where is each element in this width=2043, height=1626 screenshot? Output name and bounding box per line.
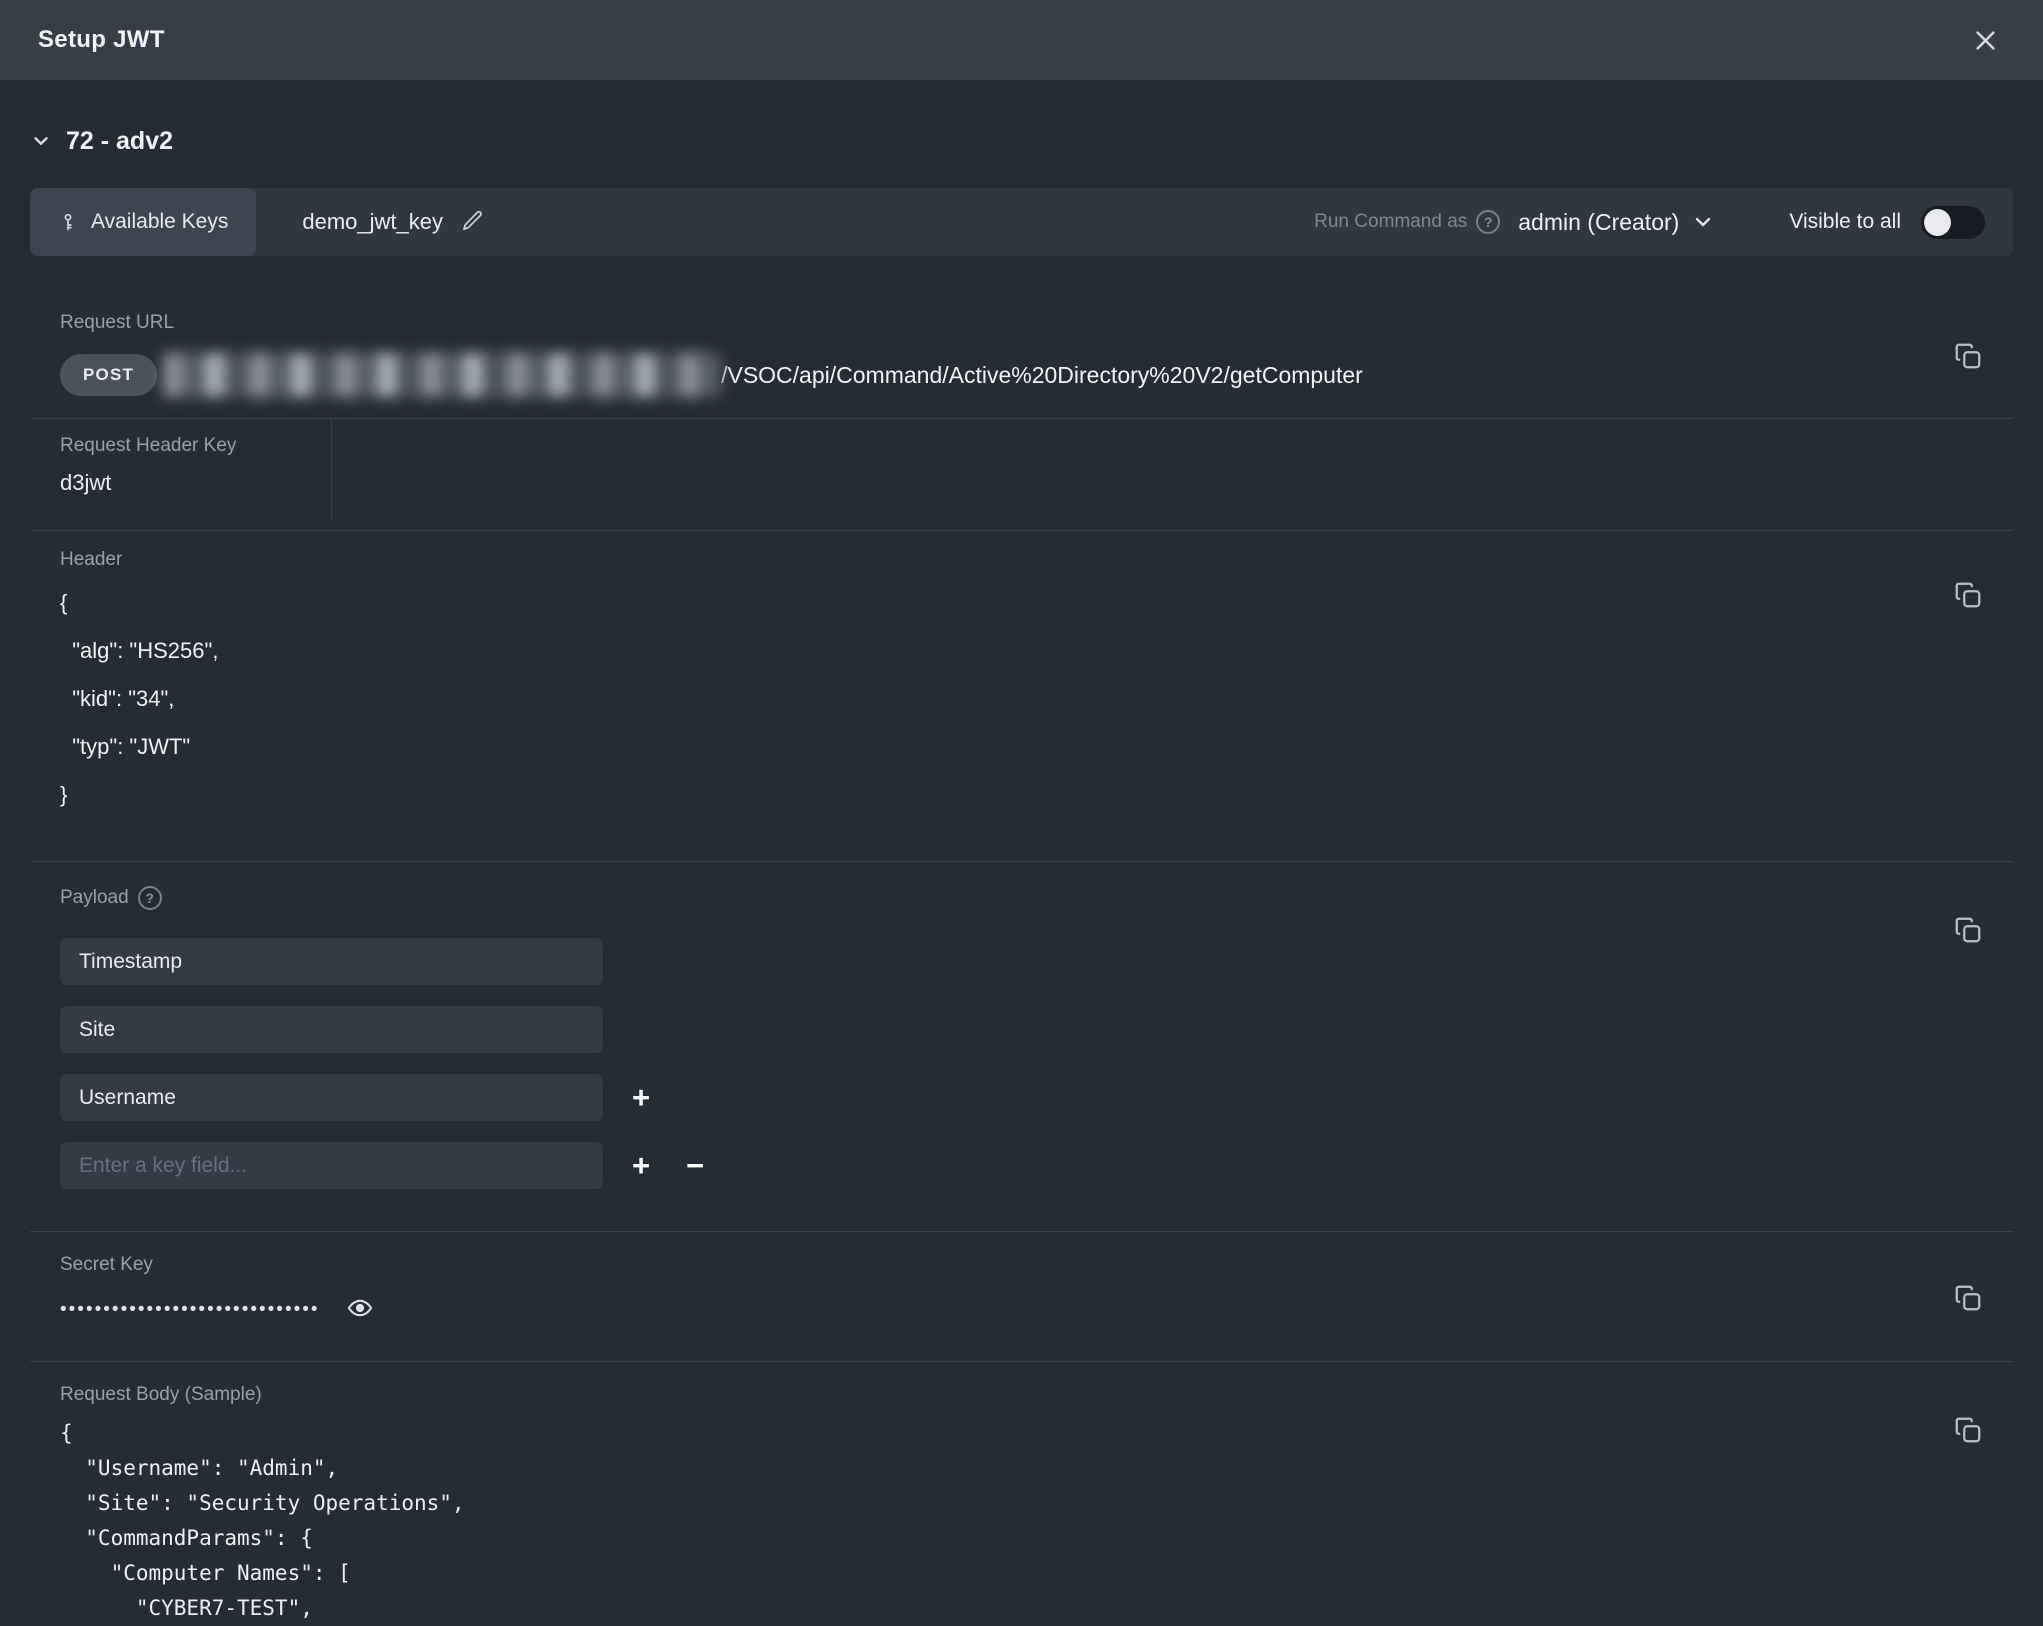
available-keys-button[interactable]: Available Keys <box>30 188 256 256</box>
key-name: demo_jwt_key <box>302 209 443 235</box>
payload-field-row <box>60 938 2013 985</box>
http-method-badge: POST <box>60 354 157 396</box>
edit-key-name-button[interactable] <box>461 209 484 235</box>
run-command-group: Run Command as ? admin (Creator) Visible… <box>1314 206 1985 239</box>
request-body-code: { "Username": "Admin", "Site": "Security… <box>60 1416 2013 1626</box>
secret-key-section: Secret Key •••••••••••••••••••••••••••••… <box>30 1231 2013 1361</box>
copy-secret-button[interactable] <box>1951 1282 1985 1316</box>
close-button[interactable] <box>1965 20 2005 60</box>
command-section-title: 72 - adv2 <box>66 127 173 156</box>
reveal-secret-button[interactable] <box>346 1294 374 1325</box>
eye-icon <box>346 1294 374 1325</box>
visible-to-all-toggle[interactable] <box>1921 206 1985 239</box>
request-body-section: Request Body (Sample) { "Username": "Adm… <box>30 1361 2013 1626</box>
dialog-content: 72 - adv2 Available Keys demo_jwt_key Ru… <box>30 124 2013 1626</box>
dialog-titlebar: Setup JWT <box>0 0 2043 80</box>
run-command-as-select[interactable]: admin (Creator) <box>1518 209 1715 236</box>
request-header-key-value: d3jwt <box>60 470 331 496</box>
secret-key-label: Secret Key <box>60 1254 2013 1276</box>
dialog-title: Setup JWT <box>38 26 165 54</box>
command-section-header[interactable]: 72 - adv2 <box>30 124 2013 158</box>
payload-field-row: + <box>60 1074 2013 1121</box>
jwt-header-label: Header <box>60 549 2013 571</box>
jwt-header-code: { "alg": "HS256", "kid": "34", "typ": "J… <box>60 579 2013 819</box>
request-url-label: Request URL <box>60 312 2013 334</box>
payload-key-field-2[interactable] <box>60 1006 603 1053</box>
payload-help-icon[interactable]: ? <box>138 886 162 910</box>
payload-label-row: Payload ? <box>60 886 2013 910</box>
request-url-section: Request URL POST /VSOC/api/Command/Activ… <box>30 312 2013 418</box>
close-icon <box>1972 27 1999 54</box>
request-header-key-cell: Request Header Key d3jwt <box>30 419 332 518</box>
visible-to-all-label: Visible to all <box>1789 210 1901 234</box>
request-body-label: Request Body (Sample) <box>60 1384 2013 1406</box>
payload-field-row <box>60 1006 2013 1053</box>
pencil-icon <box>461 209 484 235</box>
payload-key-field-new[interactable] <box>60 1142 603 1189</box>
run-command-as-label: Run Command as <box>1314 211 1467 233</box>
run-command-as-value: admin (Creator) <box>1518 209 1679 236</box>
copy-payload-button[interactable] <box>1951 914 1985 948</box>
copy-body-button[interactable] <box>1951 1414 1985 1448</box>
chevron-down-icon <box>30 130 52 152</box>
key-icon <box>58 212 78 232</box>
secret-key-row: •••••••••••••••••••••••••••••• <box>60 1294 2013 1325</box>
copy-icon <box>1953 1415 1983 1448</box>
remove-field-button[interactable]: − <box>679 1148 711 1184</box>
toggle-knob <box>1924 209 1951 236</box>
payload-key-field-1[interactable] <box>60 938 603 985</box>
request-header-key-label: Request Header Key <box>60 435 331 457</box>
secret-key-masked-value: •••••••••••••••••••••••••••••• <box>60 1299 320 1321</box>
payload-label: Payload <box>60 887 129 909</box>
copy-header-button[interactable] <box>1951 579 1985 613</box>
add-field-button[interactable]: + <box>625 1148 657 1184</box>
copy-icon <box>1953 915 1983 948</box>
chevron-down-icon <box>1691 210 1715 234</box>
key-name-group: demo_jwt_key <box>302 209 484 235</box>
request-url-row: POST /VSOC/api/Command/Active%20Director… <box>60 348 2013 402</box>
payload-key-field-3[interactable] <box>60 1074 603 1121</box>
available-keys-label: Available Keys <box>91 210 228 234</box>
add-field-button[interactable]: + <box>625 1080 657 1116</box>
copy-icon <box>1953 341 1983 374</box>
payload-field-row: + − <box>60 1142 2013 1189</box>
payload-fields: + + − <box>60 938 2013 1189</box>
request-url-path: /VSOC/api/Command/Active%20Directory%20V… <box>721 362 1363 389</box>
copy-url-button[interactable] <box>1951 340 1985 374</box>
payload-section: Payload ? + + − <box>30 861 2013 1231</box>
redacted-url-blur <box>163 353 721 397</box>
jwt-header-section: Header { "alg": "HS256", "kid": "34", "t… <box>30 530 2013 861</box>
request-header-key-section: Request Header Key d3jwt <box>30 418 2013 530</box>
copy-icon <box>1953 1283 1983 1316</box>
copy-icon <box>1953 580 1983 613</box>
keys-toolbar: Available Keys demo_jwt_key Run Command … <box>30 188 2013 256</box>
run-command-help-icon[interactable]: ? <box>1476 210 1500 234</box>
